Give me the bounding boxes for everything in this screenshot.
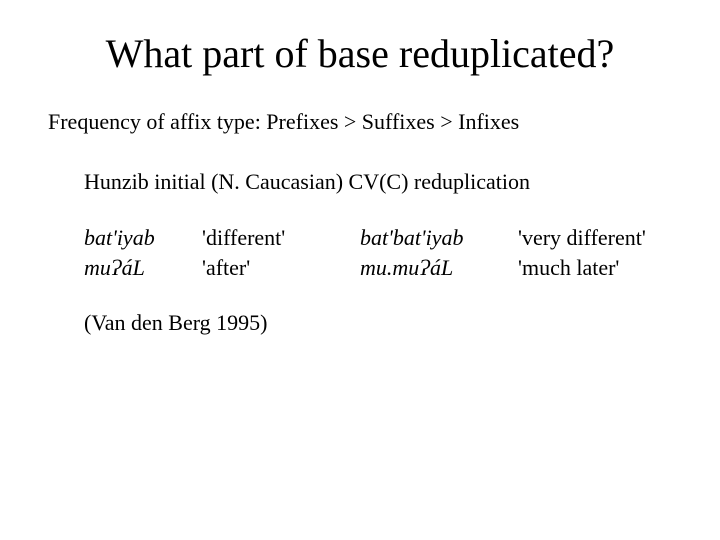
base-gloss: 'different' [202,223,360,253]
reduplicated-gloss: 'very different' [518,223,646,253]
example-heading: Hunzib initial (N. Caucasian) CV(C) redu… [84,169,672,195]
base-form: muɁáL [84,253,202,283]
base-form: bat'iyab [84,223,202,253]
base-gloss: 'after' [202,253,360,283]
examples-table: bat'iyab 'different' bat'bat'iyab 'very … [84,223,646,282]
frequency-line: Frequency of affix type: Prefixes > Suff… [48,109,672,135]
reduplicated-gloss: 'much later' [518,253,646,283]
table-row: muɁáL 'after' mu.muɁáL 'much later' [84,253,646,283]
citation: (Van den Berg 1995) [84,310,672,336]
slide: What part of base reduplicated? Frequenc… [0,0,720,540]
table-row: bat'iyab 'different' bat'bat'iyab 'very … [84,223,646,253]
reduplicated-form: mu.muɁáL [360,253,518,283]
slide-title: What part of base reduplicated? [48,30,672,77]
reduplicated-form: bat'bat'iyab [360,223,518,253]
example-block: Hunzib initial (N. Caucasian) CV(C) redu… [48,169,672,336]
